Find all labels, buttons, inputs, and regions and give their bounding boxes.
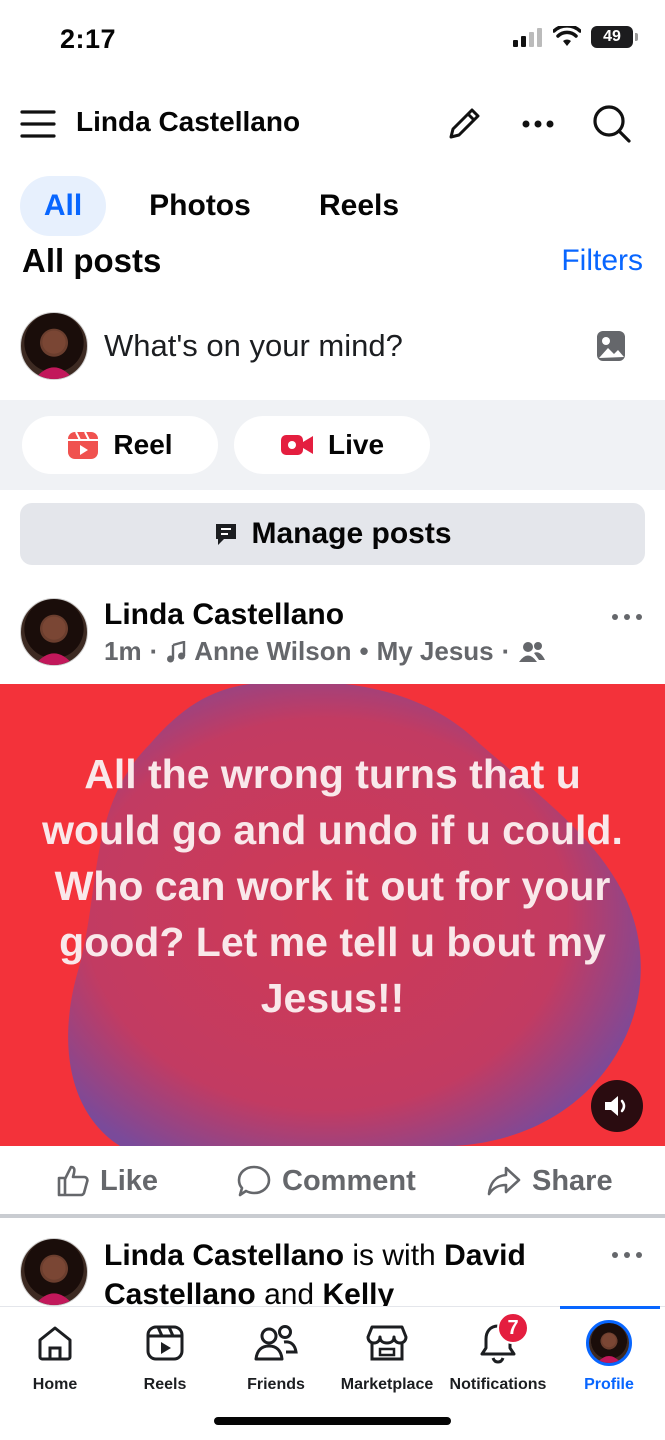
live-button[interactable]: Live [234, 416, 430, 474]
like-label: Like [100, 1164, 159, 1197]
nav-profile[interactable]: Profile [554, 1318, 664, 1394]
home-icon [30, 1318, 80, 1368]
nav-reels[interactable]: Reels [110, 1318, 220, 1394]
share-label: Share [532, 1164, 613, 1197]
nav-friends-label: Friends [247, 1376, 305, 1393]
more-options-icon[interactable] [518, 104, 558, 144]
music-note-icon [167, 640, 186, 662]
post-more-icon[interactable] [610, 612, 644, 622]
menu-icon[interactable] [18, 104, 58, 144]
filters-button[interactable]: Filters [561, 244, 643, 278]
thumbs-up-icon [57, 1165, 89, 1197]
nav-friends[interactable]: Friends [221, 1318, 331, 1394]
section-title: All posts [22, 242, 162, 279]
nav-reels-label: Reels [143, 1376, 187, 1393]
friends-icon [251, 1318, 301, 1368]
post2-more-icon[interactable] [610, 1250, 644, 1260]
reel-icon [68, 431, 99, 459]
nav-home[interactable]: Home [0, 1318, 110, 1394]
comment-bubble-icon [237, 1165, 271, 1197]
search-icon[interactable] [592, 104, 632, 144]
post2-author-avatar[interactable] [20, 1238, 88, 1306]
tab-reels[interactable]: Reels [298, 176, 420, 236]
composer-input[interactable]: What's on your mind? [104, 328, 403, 364]
nav-marketplace-label: Marketplace [340, 1376, 434, 1393]
speech-list-icon [216, 524, 237, 545]
share-button[interactable]: Share [486, 1158, 613, 1204]
page-title: Linda Castellano [76, 106, 301, 137]
marketplace-store-icon [362, 1318, 412, 1368]
post-divider [0, 1214, 665, 1218]
home-indicator [214, 1417, 451, 1425]
post-author-avatar[interactable] [20, 598, 88, 666]
separator-dot: · [501, 636, 511, 666]
post-meta: 1m · Anne Wilson • My Jesus · [104, 636, 546, 667]
post-media[interactable]: All the wrong turns that u would go and … [0, 684, 665, 1146]
notifications-badge: 7 [497, 1312, 529, 1344]
post-time: 1m [104, 636, 142, 666]
cellular-signal-icon [513, 28, 542, 47]
nav-notifications-label: Notifications [449, 1376, 547, 1393]
music-artist[interactable]: Anne Wilson [194, 636, 351, 667]
reels-icon [140, 1318, 190, 1368]
manage-posts-button[interactable]: Manage posts [20, 503, 645, 565]
post2-author[interactable]: Linda Castellano [104, 1239, 344, 1272]
active-tab-indicator [560, 1306, 660, 1309]
nav-marketplace[interactable]: Marketplace [332, 1318, 442, 1394]
reel-button[interactable]: Reel [22, 416, 218, 474]
post-text: All the wrong turns that u would go and … [42, 751, 623, 1021]
photo-icon[interactable] [594, 328, 628, 364]
avatar[interactable] [20, 312, 88, 380]
nav-profile-label: Profile [584, 1376, 634, 1393]
live-label: Live [327, 429, 385, 460]
post-author-name[interactable]: Linda Castellano [104, 598, 344, 632]
like-button[interactable]: Like [56, 1158, 158, 1204]
reel-label: Reel [113, 429, 173, 460]
music-song[interactable]: My Jesus [377, 636, 494, 667]
friends-audience-icon [519, 641, 546, 662]
tab-photos[interactable]: Photos [128, 176, 272, 236]
post2-header-text: Linda Castellano is with David Castellan… [104, 1236, 584, 1314]
bell-icon: 7 [473, 1312, 529, 1368]
nav-notifications[interactable]: 7 Notifications [443, 1312, 553, 1394]
profile-avatar [584, 1318, 634, 1368]
status-time: 2:17 [60, 24, 117, 54]
manage-posts-label: Manage posts [251, 517, 452, 550]
speaker-icon [605, 1096, 626, 1116]
nav-home-label: Home [32, 1376, 78, 1393]
battery-indicator: 49 [591, 26, 638, 48]
share-arrow-icon [487, 1166, 521, 1196]
comment-label: Comment [282, 1164, 416, 1197]
post2-connector: is with [352, 1239, 436, 1272]
wifi-icon [553, 26, 581, 46]
comment-button[interactable]: Comment [236, 1158, 416, 1204]
sound-toggle-button[interactable] [591, 1080, 643, 1132]
status-icons: 49 [513, 26, 638, 48]
separator-dot: · [149, 636, 159, 666]
live-video-icon [280, 435, 313, 455]
separator-bullet: • [359, 636, 369, 666]
edit-pencil-icon[interactable] [444, 104, 484, 144]
tab-all[interactable]: All [20, 176, 106, 236]
